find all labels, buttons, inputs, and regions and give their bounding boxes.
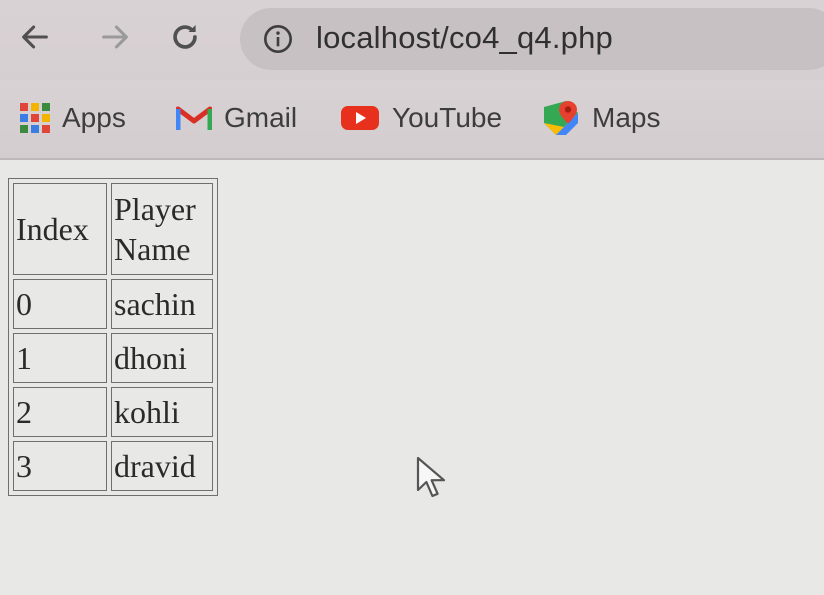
reload-button[interactable] xyxy=(160,12,210,62)
reload-icon xyxy=(173,24,197,49)
cell-player-name: kohli xyxy=(111,387,213,437)
cell-player-name: sachin xyxy=(111,279,213,329)
bookmark-apps[interactable]: Apps xyxy=(20,98,126,138)
address-bar[interactable]: localhost/co4_q4.php xyxy=(240,8,824,70)
cell-player-name: dravid xyxy=(111,441,213,491)
table-row: 0 sachin xyxy=(13,279,213,329)
cell-index: 0 xyxy=(13,279,107,329)
bookmarks-bar: Apps Gmail YouTube Maps xyxy=(0,80,824,160)
gmail-icon xyxy=(176,106,212,130)
youtube-icon xyxy=(341,106,379,130)
page-content: Index Player Name 0 sachin 1 dhoni 2 koh… xyxy=(0,160,824,595)
bookmark-label: Gmail xyxy=(224,102,298,133)
back-arrow-icon xyxy=(22,25,48,49)
url-text[interactable]: localhost/co4_q4.php xyxy=(316,18,613,58)
table-header-row: Index Player Name xyxy=(13,183,213,275)
table-row: 2 kohli xyxy=(13,387,213,437)
cell-index: 2 xyxy=(13,387,107,437)
bookmark-label: YouTube xyxy=(392,102,503,133)
bookmark-gmail[interactable]: Gmail xyxy=(176,98,297,138)
cell-index: 1 xyxy=(13,333,107,383)
site-info-icon[interactable] xyxy=(262,23,294,55)
bookmark-label: Apps xyxy=(62,102,126,133)
back-button[interactable] xyxy=(10,12,60,62)
apps-grid-icon xyxy=(20,103,50,133)
players-table: Index Player Name 0 sachin 1 dhoni 2 koh… xyxy=(8,178,218,496)
cell-index: 3 xyxy=(13,441,107,491)
bookmark-maps[interactable]: Maps xyxy=(542,98,660,138)
forward-arrow-icon xyxy=(102,25,128,49)
header-player-name: Player Name xyxy=(111,183,213,275)
header-index: Index xyxy=(13,183,107,275)
table-row: 1 dhoni xyxy=(13,333,213,383)
browser-toolbar: localhost/co4_q4.php xyxy=(0,0,824,80)
cell-player-name: dhoni xyxy=(111,333,213,383)
forward-button[interactable] xyxy=(90,12,140,62)
bookmark-youtube[interactable]: YouTube xyxy=(340,98,502,138)
mouse-cursor-icon xyxy=(416,456,446,498)
table-row: 3 dravid xyxy=(13,441,213,491)
maps-icon xyxy=(544,101,578,135)
bookmark-label: Maps xyxy=(592,102,661,133)
